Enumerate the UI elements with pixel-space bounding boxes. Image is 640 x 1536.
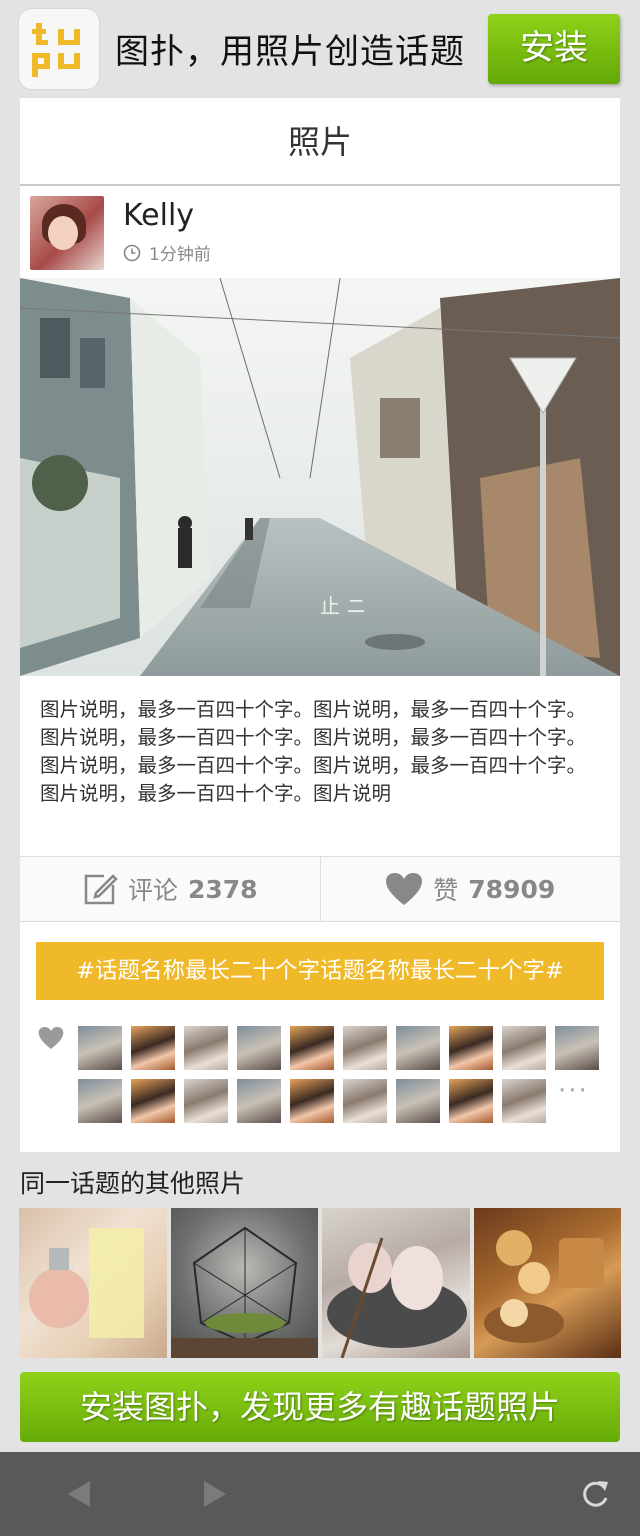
forward-arrow-icon[interactable] — [202, 1479, 228, 1509]
clock-icon — [123, 244, 141, 261]
liker-avatar[interactable] — [343, 1026, 387, 1070]
like-label: 赞 — [433, 876, 459, 905]
heart-icon — [386, 873, 423, 905]
like-button[interactable]: 赞 78909 — [321, 857, 621, 921]
liker-avatar[interactable] — [290, 1026, 334, 1070]
heart-icon — [38, 1027, 64, 1049]
post-time: 1分钟前 — [123, 240, 211, 265]
liker-avatar[interactable] — [184, 1079, 228, 1123]
likers-list: ··· — [20, 1018, 620, 1128]
edit-icon — [84, 874, 118, 905]
avatar[interactable] — [30, 196, 104, 270]
comment-button[interactable]: 评论 2378 — [20, 857, 321, 921]
related-photo[interactable] — [322, 1208, 470, 1358]
post-photo[interactable]: 止 ニ — [20, 278, 620, 676]
liker-avatar[interactable] — [396, 1026, 440, 1070]
liker-avatar[interactable] — [237, 1026, 281, 1070]
liker-avatar[interactable] — [237, 1079, 281, 1123]
tupu-logo — [18, 8, 100, 90]
back-arrow-icon[interactable] — [66, 1479, 92, 1509]
post-time-text: 1分钟前 — [149, 245, 211, 265]
liker-avatar[interactable] — [502, 1026, 546, 1070]
related-photo[interactable] — [170, 1208, 318, 1358]
svg-text:止 ニ: 止 ニ — [320, 594, 366, 618]
install-cta-button[interactable]: 安装图扑，发现更多有趣话题照片 — [20, 1372, 620, 1442]
liker-avatar[interactable] — [78, 1026, 122, 1070]
liker-avatar[interactable] — [449, 1026, 493, 1070]
install-button[interactable]: 安装 — [488, 14, 620, 84]
related-photos-title: 同一话题的其他照片 — [20, 1169, 246, 1198]
related-photo[interactable] — [473, 1208, 621, 1358]
liker-avatar[interactable] — [131, 1079, 175, 1123]
like-count: 78909 — [468, 874, 556, 904]
liker-avatar[interactable] — [502, 1079, 546, 1123]
related-photo[interactable] — [19, 1208, 167, 1358]
more-likers-button[interactable]: ··· — [558, 1076, 589, 1106]
liker-avatar[interactable] — [396, 1079, 440, 1123]
liker-avatar[interactable] — [449, 1079, 493, 1123]
comment-label: 评论 — [127, 876, 178, 905]
action-bar: 评论 2378 赞 78909 — [20, 856, 620, 922]
liker-avatar[interactable] — [555, 1026, 599, 1070]
page-title: 照片 — [20, 98, 620, 186]
photo-card: 照片 Kelly 1分钟前 止 ニ 图片说明，最多一百四十个字。图片说明，最多一… — [20, 98, 620, 1152]
liker-avatar[interactable] — [290, 1079, 334, 1123]
photo-caption: 图片说明，最多一百四十个字。图片说明，最多一百四十个字。图片说明，最多一百四十个… — [40, 698, 587, 805]
liker-avatar[interactable] — [78, 1079, 122, 1123]
browser-toolbar — [0, 1452, 640, 1536]
banner-title: 图扑，用照片创造话题 — [115, 32, 465, 72]
liker-avatar[interactable] — [131, 1026, 175, 1070]
topic-tag[interactable]: #话题名称最长二十个字话题名称最长二十个字# — [36, 942, 604, 1000]
comment-count: 2378 — [187, 874, 258, 904]
username[interactable]: Kelly — [123, 198, 194, 233]
liker-avatar[interactable] — [343, 1079, 387, 1123]
refresh-icon[interactable] — [580, 1478, 610, 1510]
related-photos — [19, 1208, 621, 1358]
app-install-banner: 图扑，用照片创造话题 安装 — [0, 0, 640, 96]
liker-avatar[interactable] — [184, 1026, 228, 1070]
